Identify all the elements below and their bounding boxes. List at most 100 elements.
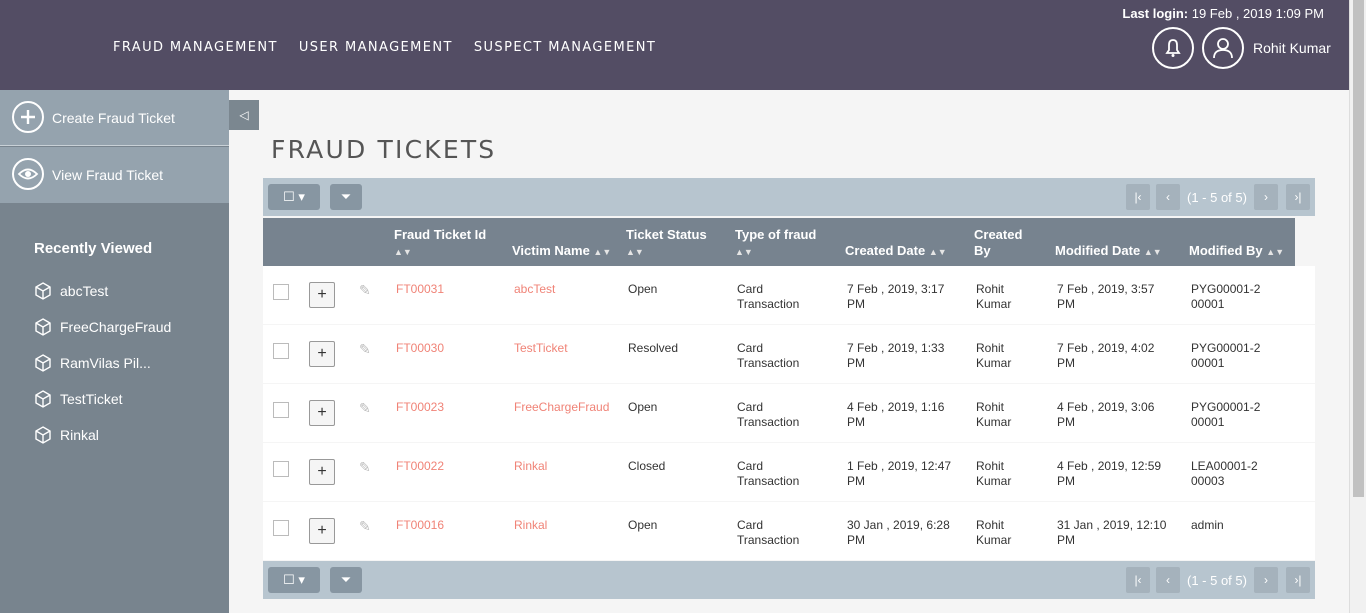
col-ticket-status[interactable]: Ticket Status ▲▼	[626, 227, 707, 260]
page-scrollbar[interactable]	[1349, 0, 1366, 613]
victim-name-link[interactable]: TestTicket	[514, 341, 568, 356]
ticket-id-link[interactable]: FT00030	[396, 341, 444, 356]
filter-button[interactable]: ⏷	[330, 184, 362, 210]
last-login-label: Last login:	[1122, 6, 1189, 21]
prev-page-button[interactable]: ‹	[1156, 184, 1180, 210]
edit-pencil-icon[interactable]: ✎	[359, 518, 371, 535]
cube-icon	[35, 282, 51, 300]
nav-suspect-management[interactable]: SUSPECT MANAGEMENT	[474, 40, 656, 55]
sidebar-collapse-button[interactable]: ◁	[229, 100, 259, 130]
created-date: 30 Jan , 2019, 6:28 PM	[847, 518, 950, 547]
col-created-date[interactable]: Created Date ▲▼	[845, 243, 947, 260]
col-label: Victim Name	[512, 243, 590, 258]
first-page-icon: |‹	[1134, 190, 1142, 204]
next-page-button[interactable]: ›	[1254, 567, 1278, 593]
prev-page-icon: ‹	[1166, 573, 1170, 587]
row-checkbox[interactable]	[273, 461, 289, 477]
col-modified-by[interactable]: Modified By ▲▼	[1189, 243, 1284, 260]
page-title: FRAUD TICKETS	[271, 135, 497, 164]
next-page-icon: ›	[1264, 190, 1268, 204]
user-avatar-button[interactable]	[1202, 27, 1244, 69]
filter-icon: ⏷	[340, 189, 352, 204]
ticket-status: Resolved	[628, 341, 679, 355]
prev-page-button[interactable]: ‹	[1156, 567, 1180, 593]
type-of-fraud: Card Transaction	[737, 400, 800, 429]
recent-item[interactable]: RamVilas Pil...	[34, 354, 151, 372]
cube-icon	[35, 390, 51, 408]
victim-name-link[interactable]: abcTest	[514, 282, 555, 297]
main-nav: FRAUD MANAGEMENT USER MANAGEMENT SUSPECT…	[113, 40, 677, 55]
table-row: + ✎ FT00031 abcTest Open Card Transactio…	[263, 266, 1315, 324]
type-of-fraud: Card Transaction	[737, 282, 800, 311]
row-checkbox[interactable]	[273, 520, 289, 536]
modified-by: admin	[1191, 518, 1224, 532]
created-date: 7 Feb , 2019, 3:17 PM	[847, 282, 945, 311]
col-type-of-fraud[interactable]: Type of fraud ▲▼	[735, 227, 816, 260]
view-fraud-ticket-button[interactable]: View Fraud Ticket	[0, 147, 229, 203]
modified-by: PYG00001-200001	[1191, 400, 1261, 429]
sort-icon: ▲▼	[928, 247, 947, 257]
col-created-by[interactable]: Created By	[974, 227, 1030, 259]
plus-circle-icon	[12, 101, 44, 133]
col-label: Ticket Status	[626, 227, 707, 242]
victim-name-link[interactable]: Rinkal	[514, 518, 547, 533]
expand-row-button[interactable]: +	[309, 282, 335, 308]
row-checkbox[interactable]	[273, 402, 289, 418]
created-date: 1 Feb , 2019, 12:47 PM	[847, 459, 952, 488]
expand-row-button[interactable]: +	[309, 341, 335, 367]
modified-by: PYG00001-200001	[1191, 282, 1261, 311]
bulk-select-dropdown[interactable]: ☐ ▾	[268, 184, 320, 210]
expand-row-button[interactable]: +	[309, 400, 335, 426]
user-name[interactable]: Rohit Kumar	[1253, 40, 1331, 56]
edit-pencil-icon[interactable]: ✎	[359, 341, 371, 358]
row-checkbox[interactable]	[273, 343, 289, 359]
ticket-id-link[interactable]: FT00031	[396, 282, 444, 297]
filter-button[interactable]: ⏷	[330, 567, 362, 593]
last-page-button[interactable]: ›|	[1286, 567, 1310, 593]
first-page-button[interactable]: |‹	[1126, 567, 1150, 593]
recent-item-label: abcTest	[60, 283, 109, 299]
sort-icon: ▲▼	[1266, 247, 1285, 257]
victim-name-link[interactable]: Rinkal	[514, 459, 547, 474]
plus-icon: +	[317, 345, 327, 362]
nav-user-management[interactable]: USER MANAGEMENT	[299, 40, 453, 55]
eye-icon	[12, 158, 44, 190]
edit-pencil-icon[interactable]: ✎	[359, 459, 371, 476]
col-modified-date[interactable]: Modified Date ▲▼	[1055, 243, 1162, 260]
col-label: Type of fraud	[735, 227, 817, 242]
ticket-id-link[interactable]: FT00016	[396, 518, 444, 533]
last-page-button[interactable]: ›|	[1286, 184, 1310, 210]
recent-item[interactable]: TestTicket	[34, 390, 123, 408]
create-fraud-ticket-button[interactable]: Create Fraud Ticket	[0, 90, 229, 146]
cube-icon	[35, 354, 51, 372]
notification-button[interactable]	[1152, 27, 1194, 69]
recently-viewed-title: Recently Viewed	[34, 240, 153, 257]
edit-pencil-icon[interactable]: ✎	[359, 400, 371, 417]
created-by: Rohit Kumar	[976, 459, 1012, 488]
victim-name-link[interactable]: FreeChargeFraud	[514, 400, 609, 415]
first-page-button[interactable]: |‹	[1126, 184, 1150, 210]
ticket-status: Open	[628, 518, 658, 532]
expand-row-button[interactable]: +	[309, 459, 335, 485]
prev-page-icon: ‹	[1166, 190, 1170, 204]
nav-fraud-management[interactable]: FRAUD MANAGEMENT	[113, 40, 278, 55]
scrollbar-thumb[interactable]	[1353, 0, 1364, 497]
recent-item[interactable]: Rinkal	[34, 426, 99, 444]
type-of-fraud: Card Transaction	[737, 341, 800, 370]
recent-item[interactable]: abcTest	[34, 282, 108, 300]
ticket-id-link[interactable]: FT00022	[396, 459, 444, 474]
modified-date: 4 Feb , 2019, 12:59 PM	[1057, 459, 1162, 488]
col-victim-name[interactable]: Victim Name ▲▼	[512, 243, 611, 260]
row-checkbox[interactable]	[273, 284, 289, 300]
table-row: + ✎ FT00022 Rinkal Closed Card Transacti…	[263, 443, 1315, 501]
table-row: + ✎ FT00030 TestTicket Resolved Card Tra…	[263, 325, 1315, 383]
recent-item[interactable]: FreeChargeFraud	[34, 318, 171, 336]
expand-row-button[interactable]: +	[309, 518, 335, 544]
first-page-icon: |‹	[1134, 573, 1142, 587]
next-page-icon: ›	[1264, 573, 1268, 587]
edit-pencil-icon[interactable]: ✎	[359, 282, 371, 299]
col-fraud-ticket-id[interactable]: Fraud Ticket Id ▲▼	[394, 227, 494, 260]
next-page-button[interactable]: ›	[1254, 184, 1278, 210]
bulk-select-dropdown[interactable]: ☐ ▾	[268, 567, 320, 593]
ticket-id-link[interactable]: FT00023	[396, 400, 444, 415]
